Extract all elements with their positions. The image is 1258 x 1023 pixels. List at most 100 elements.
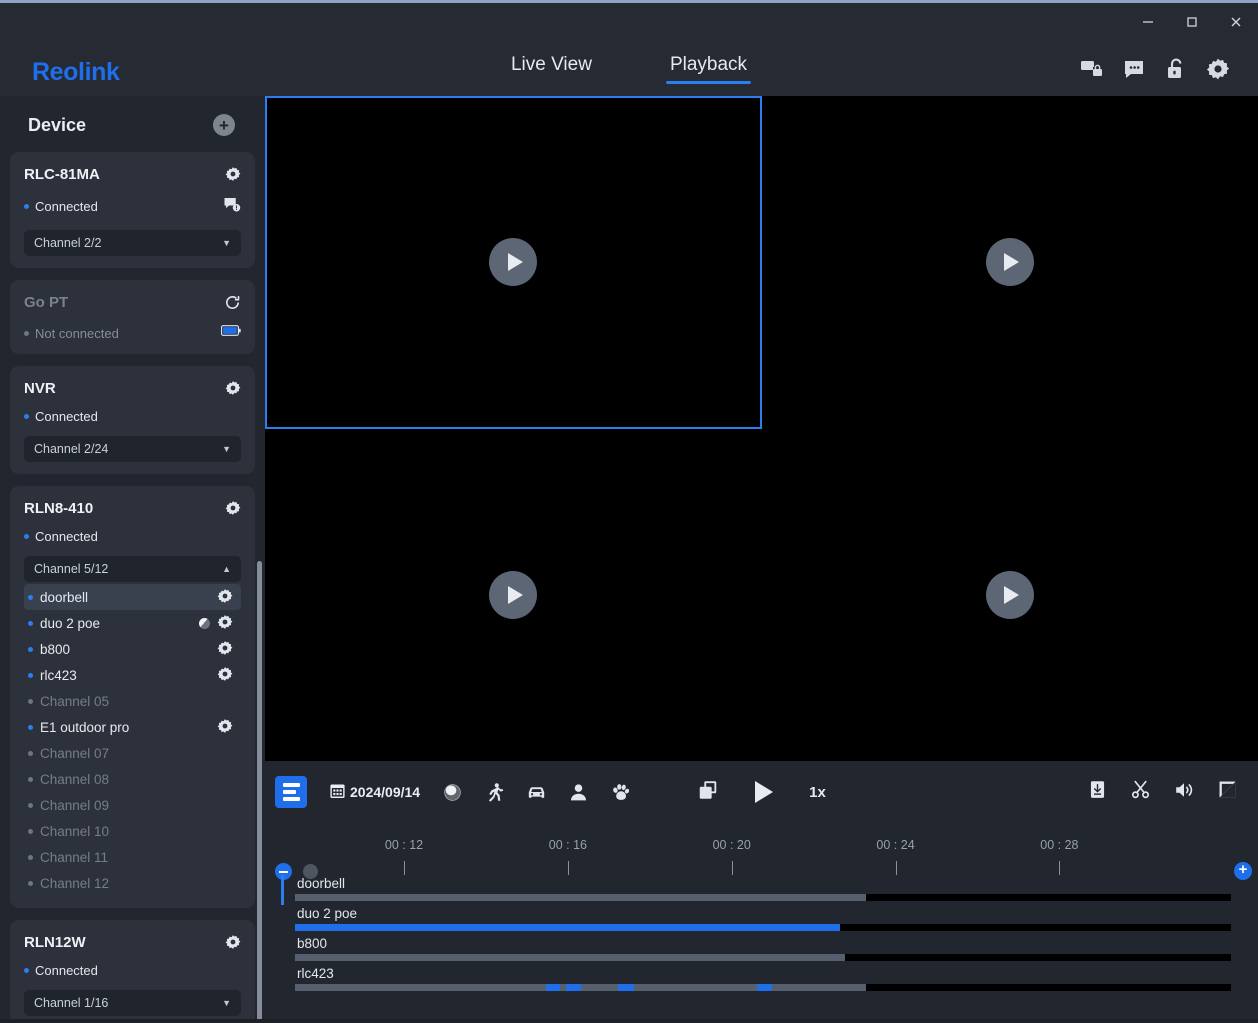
channel-row[interactable]: Channel 08 <box>24 766 241 792</box>
play-icon <box>507 585 523 604</box>
download-icon[interactable] <box>1087 779 1108 805</box>
channel-row-right <box>217 666 233 685</box>
channel-select-rln8-410[interactable]: Channel 5/12 ▲ <box>24 556 241 582</box>
gear-icon[interactable] <box>225 380 241 401</box>
gear-icon[interactable] <box>217 614 233 633</box>
timeline-playhead[interactable] <box>281 875 284 905</box>
channel-row[interactable]: Channel 10 <box>24 818 241 844</box>
cell-play-button[interactable] <box>489 238 538 287</box>
volume-icon[interactable] <box>1173 779 1195 806</box>
cell-play-button[interactable] <box>489 570 538 619</box>
timeline-track[interactable]: b800 <box>295 935 1231 965</box>
minimize-button[interactable] <box>1126 7 1170 37</box>
timeline-track-bar[interactable] <box>295 954 1231 961</box>
close-button[interactable] <box>1214 7 1258 37</box>
event-list-toggle-button[interactable] <box>275 776 307 808</box>
video-cell[interactable] <box>265 428 762 761</box>
gear-icon[interactable] <box>225 500 241 521</box>
timeline-event-segment[interactable] <box>566 984 582 991</box>
add-device-button[interactable]: + <box>213 114 235 136</box>
channel-row-left: duo 2 poe <box>28 616 100 631</box>
channel-row[interactable]: E1 outdoor pro <box>24 714 241 740</box>
timeline-event-segment[interactable] <box>757 984 773 991</box>
unlock-icon[interactable] <box>1164 57 1188 81</box>
playback-timeline: + 00 : 12 00 : 16 00 : 20 00 : 24 00 : 28 do… <box>265 823 1258 1023</box>
device-card-status-row: Connected <box>24 409 241 424</box>
channel-status-dot <box>28 802 33 808</box>
timeline-recording-segment[interactable] <box>295 894 866 901</box>
chat-bubble-icon[interactable] <box>1122 57 1146 81</box>
chat-alert-icon[interactable] <box>223 195 241 218</box>
channel-status-dot <box>28 828 33 834</box>
playback-speed[interactable]: 1x <box>809 784 826 801</box>
device-card-rlc-81ma[interactable]: RLC-81MA Connected Channel 2/2 ▼ <box>10 152 255 268</box>
timeline-track[interactable]: rlc423 <box>295 965 1231 995</box>
gear-icon[interactable] <box>225 934 241 955</box>
gear-icon[interactable] <box>217 640 233 659</box>
maximize-button[interactable] <box>1170 7 1214 37</box>
screen-lock-icon[interactable] <box>1080 57 1104 81</box>
channel-row[interactable]: Channel 09 <box>24 792 241 818</box>
fullscreen-icon[interactable] <box>1217 779 1238 805</box>
tab-playback[interactable]: Playback <box>665 54 752 84</box>
date-picker[interactable]: 2024/09/14 <box>329 782 420 802</box>
video-cell[interactable] <box>265 96 762 429</box>
device-sidebar: Device + RLC-81MA Connected Channel 2/2 … <box>0 96 265 1023</box>
timeline-track-bar[interactable] <box>295 984 1231 991</box>
device-card-top: NVR <box>24 380 241 401</box>
status-dot <box>24 330 29 336</box>
device-card-nvr[interactable]: NVR Connected Channel 2/24 ▼ <box>10 366 255 474</box>
window-titlebar <box>0 3 1258 41</box>
gear-icon[interactable] <box>1206 57 1230 81</box>
play-button[interactable] <box>755 781 774 803</box>
channel-row[interactable]: duo 2 poe <box>24 610 241 636</box>
channel-row[interactable]: b800 <box>24 636 241 662</box>
gear-icon[interactable] <box>217 588 233 607</box>
other-filter-icon[interactable] <box>442 782 463 803</box>
channel-row[interactable]: Channel 11 <box>24 844 241 870</box>
video-cell[interactable] <box>761 428 1258 761</box>
cell-play-button[interactable] <box>985 238 1034 287</box>
refresh-icon[interactable] <box>224 294 241 316</box>
gear-icon[interactable] <box>225 166 241 187</box>
timeline-track[interactable]: duo 2 poe <box>295 905 1231 935</box>
person-icon[interactable] <box>568 782 589 803</box>
channel-select-rlc-81ma[interactable]: Channel 2/2 ▼ <box>24 230 241 256</box>
timeline-recording-segment[interactable] <box>295 954 846 961</box>
pet-paw-icon[interactable] <box>610 782 631 803</box>
chevron-down-icon: ▼ <box>222 444 231 454</box>
channel-status-dot <box>28 880 33 886</box>
timeline-track-bar[interactable] <box>295 894 1231 901</box>
sidebar-scrollbar[interactable] <box>257 561 262 1023</box>
channel-row[interactable]: Channel 07 <box>24 740 241 766</box>
gear-icon[interactable] <box>217 666 233 685</box>
grid-layout-icon[interactable] <box>697 779 719 806</box>
channel-select-rln12w[interactable]: Channel 1/16 ▼ <box>24 990 241 1016</box>
tab-live-view[interactable]: Live View <box>511 54 592 84</box>
channel-row[interactable]: Channel 05 <box>24 688 241 714</box>
device-card-go-pt[interactable]: Go PT Not connected <box>10 280 255 354</box>
channel-select-nvr[interactable]: Channel 2/24 ▼ <box>24 436 241 462</box>
cell-play-button[interactable] <box>985 570 1034 619</box>
timeline-track-bar[interactable] <box>295 924 1231 931</box>
gear-icon[interactable] <box>217 718 233 737</box>
timeline-event-segment[interactable] <box>545 984 560 991</box>
channel-row[interactable]: rlc423 <box>24 662 241 688</box>
motion-person-running-icon[interactable] <box>484 782 505 803</box>
timeline-track[interactable]: doorbell <box>281 875 1231 905</box>
timeline-event-segment[interactable] <box>617 984 634 991</box>
device-card-rln8-410[interactable]: RLN8-410 Connected Channel 5/12 ▲ doorbe… <box>10 486 255 908</box>
scissors-clip-icon[interactable] <box>1130 779 1151 805</box>
channel-row[interactable]: Channel 12 <box>24 870 241 896</box>
video-cell[interactable] <box>761 96 1258 429</box>
timeline-event-segment[interactable] <box>295 924 840 931</box>
channel-select-value: Channel 1/16 <box>34 996 109 1010</box>
channel-row[interactable]: doorbell <box>24 584 241 610</box>
device-panel-header: Device + <box>0 96 265 152</box>
device-card-rln12w[interactable]: RLN12W Connected Channel 1/16 ▼ <box>10 920 255 1023</box>
timeline-ruler[interactable]: + 00 : 12 00 : 16 00 : 20 00 : 24 00 : 28 <box>265 823 1258 880</box>
vehicle-icon[interactable] <box>526 782 547 803</box>
status-text: Connected <box>35 199 98 214</box>
chevron-down-icon: ▼ <box>222 998 231 1008</box>
channel-select-value: Channel 2/2 <box>34 236 102 250</box>
